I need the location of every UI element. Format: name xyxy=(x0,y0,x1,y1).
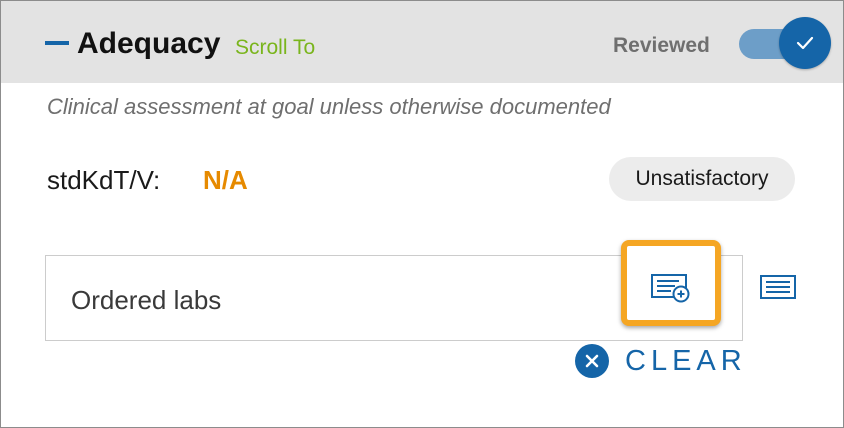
metric-label: stdKdT/V: xyxy=(47,165,161,195)
reviewed-label: Reviewed xyxy=(613,34,710,57)
reviewed-toggle-knob[interactable] xyxy=(779,17,831,69)
adequacy-panel: Adequacy Scroll To Reviewed Clinical ass… xyxy=(0,0,844,428)
clear-button[interactable]: CLEAR xyxy=(575,343,747,379)
close-circle-icon xyxy=(575,344,609,378)
section-subtitle: Clinical assessment at goal unless other… xyxy=(47,94,611,119)
list-add-icon[interactable] xyxy=(651,273,691,303)
check-icon xyxy=(796,36,814,50)
section-title: Adequacy xyxy=(77,27,221,60)
metric-value: N/A xyxy=(203,165,248,195)
clear-label: CLEAR xyxy=(625,344,747,377)
ordered-labs-placeholder: Ordered labs xyxy=(71,285,222,315)
status-badge: Unsatisfactory xyxy=(609,157,795,201)
minus-icon[interactable] xyxy=(45,41,69,45)
section-header: Adequacy Scroll To Reviewed xyxy=(1,1,843,83)
list-icon[interactable] xyxy=(759,273,797,301)
scroll-to-link[interactable]: Scroll To xyxy=(235,36,315,60)
